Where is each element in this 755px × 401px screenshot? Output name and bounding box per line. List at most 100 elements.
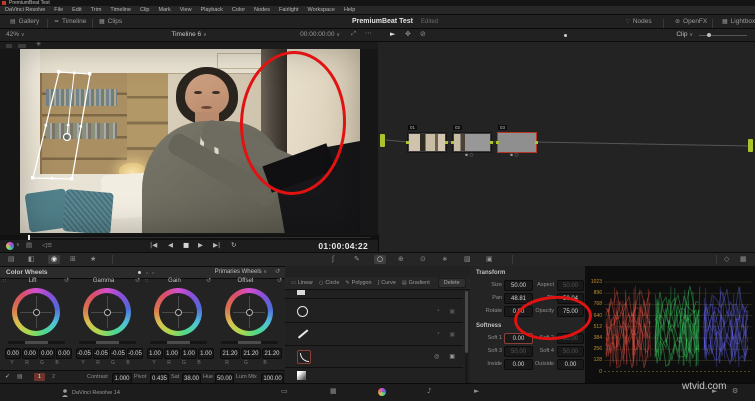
lift-b-value[interactable]: 0.00: [56, 348, 72, 359]
window-shape-row-curve-selected[interactable]: ◎ ▣: [285, 346, 463, 368]
scopes-icon[interactable]: ▦: [740, 256, 747, 263]
color-page-icon-active[interactable]: [378, 388, 386, 396]
camera-raw-icon[interactable]: ▤: [8, 256, 15, 263]
node-01-input-port[interactable]: [406, 141, 409, 144]
gamma-reset-icon[interactable]: ↺: [135, 278, 140, 284]
row-icons[interactable]: ◎ ▣: [434, 353, 455, 360]
menu-timeline[interactable]: Timeline: [110, 7, 131, 13]
tracker-icon[interactable]: ⊕: [398, 256, 404, 263]
menu-davinci-resolve[interactable]: DaVinci Resolve: [5, 7, 45, 13]
offset-r-value[interactable]: 21.20: [220, 348, 240, 359]
play-reverse-button[interactable]: ◀: [168, 242, 173, 249]
node-03-output-port[interactable]: [535, 141, 538, 144]
menu-help[interactable]: Help: [344, 7, 355, 13]
node-zoom-slider-handle[interactable]: [707, 33, 711, 37]
inside-value[interactable]: 0.00: [504, 359, 533, 370]
node-graph[interactable]: 01 02 ▪ ○ 03 ▪ ○: [378, 42, 755, 252]
offset-master-wheel[interactable]: [221, 341, 278, 344]
jump-end-button[interactable]: ▶|: [213, 242, 220, 249]
viewer-timecode-display[interactable]: 00:00:00:00 ∨: [300, 31, 340, 38]
loop-button[interactable]: ↻: [231, 242, 236, 249]
wheels-mode-select[interactable]: Primaries Wheels ∨: [215, 269, 267, 275]
menu-playback[interactable]: Playback: [201, 7, 223, 13]
stop-button[interactable]: ■: [183, 242, 189, 249]
output-node[interactable]: [748, 139, 753, 152]
reset-icon[interactable]: ↺: [275, 269, 280, 275]
lift-g-value[interactable]: 0.00: [39, 348, 55, 359]
gamma-master-wheel[interactable]: [79, 341, 136, 344]
viewer-options-icon[interactable]: ⋯: [365, 30, 372, 37]
hand-tool-icon[interactable]: ✥: [405, 31, 411, 38]
key-icon[interactable]: ∗: [442, 256, 448, 263]
row-icons[interactable]: ▪ ▣: [437, 331, 455, 338]
size-value[interactable]: 50.00: [504, 280, 533, 291]
gamma-r-value[interactable]: -0.05: [93, 348, 109, 359]
linear-window-tool[interactable]: ▭ Linear: [291, 280, 313, 286]
grade-wheel-icon[interactable]: [6, 242, 14, 250]
menu-edit[interactable]: Edit: [72, 7, 81, 13]
wheels-tab-1[interactable]: 1: [34, 373, 45, 381]
nodes-button[interactable]: ∵ Nodes: [626, 18, 652, 25]
lift-r-value[interactable]: 0.00: [22, 348, 38, 359]
page-dot[interactable]: [152, 272, 154, 274]
node-01[interactable]: 01: [406, 125, 448, 153]
stereo-3d-icon[interactable]: ▣: [486, 256, 493, 263]
node-03-input-port[interactable]: [496, 141, 499, 144]
openfx-button[interactable]: ⊛ OpenFX: [675, 18, 707, 25]
gain-reset-icon[interactable]: ↺: [206, 278, 211, 284]
window-list-scrollbar-thumb[interactable]: [465, 291, 468, 353]
clip-mode-select[interactable]: Clip ∨: [676, 31, 693, 38]
node-02-output-port[interactable]: [490, 141, 493, 144]
blur-icon[interactable]: ⊙: [420, 256, 426, 263]
polygon-window-tool[interactable]: ✎ Polygon: [345, 280, 371, 286]
power-window-icon[interactable]: ○: [374, 255, 387, 264]
sizing-icon[interactable]: ▧: [464, 256, 471, 263]
menu-clip[interactable]: Clip: [140, 7, 149, 13]
row-icons[interactable]: ▪ ▣: [437, 308, 455, 315]
gallery-button[interactable]: ▤ Gallery: [10, 18, 39, 25]
settings-gear-icon[interactable]: ⚙: [732, 388, 738, 395]
deliver-page-icon[interactable]: ►: [474, 388, 479, 395]
still-capture-icon[interactable]: ▤: [26, 242, 32, 249]
menu-view[interactable]: View: [180, 7, 192, 13]
lift-reset-icon[interactable]: ↺: [64, 278, 69, 284]
menu-trim[interactable]: Trim: [91, 7, 102, 13]
grab-still-icon[interactable]: ▤: [17, 374, 23, 380]
timeline-button[interactable]: ≖ Timeline: [54, 18, 86, 25]
chevron-down-icon[interactable]: ∨: [16, 243, 20, 248]
curves-icon[interactable]: ʃ: [332, 256, 334, 263]
rgb-mixer-icon[interactable]: ⊞: [70, 256, 76, 263]
window-shape-row-square[interactable]: [285, 290, 463, 299]
gain-g-value[interactable]: 1.00: [181, 348, 197, 359]
auto-color-icon[interactable]: ✓: [5, 374, 10, 380]
gradient-window-tool[interactable]: ▤ Gradient: [402, 280, 430, 286]
image-wipe-icon[interactable]: [6, 44, 12, 48]
highlight-icon[interactable]: ✳: [36, 42, 41, 48]
window-shape-row-gradient[interactable]: [285, 368, 463, 383]
gain-b-value[interactable]: 1.00: [198, 348, 214, 359]
menu-mark[interactable]: Mark: [159, 7, 171, 13]
offset-reset-icon[interactable]: ↺: [277, 278, 282, 284]
circle-window-tool[interactable]: ○ Circle: [319, 280, 339, 286]
page-dot[interactable]: [146, 272, 148, 274]
lift-y-value[interactable]: 0.00: [5, 348, 21, 359]
qualifier-icon[interactable]: ✎: [354, 256, 360, 263]
fairlight-page-icon[interactable]: ♪: [427, 388, 431, 395]
window-shape-row-circle[interactable]: ▪ ▣: [285, 300, 463, 323]
expand-icon[interactable]: ⤢: [351, 31, 356, 37]
gamma-g-value[interactable]: -0.05: [110, 348, 126, 359]
motion-effects-icon[interactable]: ★: [90, 256, 96, 263]
bypass-icon[interactable]: ⊘: [420, 31, 426, 38]
gain-r-value[interactable]: 1.00: [164, 348, 180, 359]
wheels-tab-2[interactable]: 2: [48, 373, 59, 381]
gamma-y-value[interactable]: -0.05: [76, 348, 92, 359]
gain-y-value[interactable]: 1.00: [147, 348, 163, 359]
offset-g-value[interactable]: 21.20: [241, 348, 261, 359]
menu-color[interactable]: Color: [232, 7, 245, 13]
node-01-output-port[interactable]: [445, 141, 448, 144]
node-02-input-port[interactable]: [451, 141, 454, 144]
keyframes-icon[interactable]: ◇: [724, 256, 729, 263]
delete-window-button[interactable]: Delete: [437, 278, 466, 288]
menu-fairlight[interactable]: Fairlight: [279, 7, 299, 13]
offset-b-value[interactable]: 21.20: [262, 348, 282, 359]
